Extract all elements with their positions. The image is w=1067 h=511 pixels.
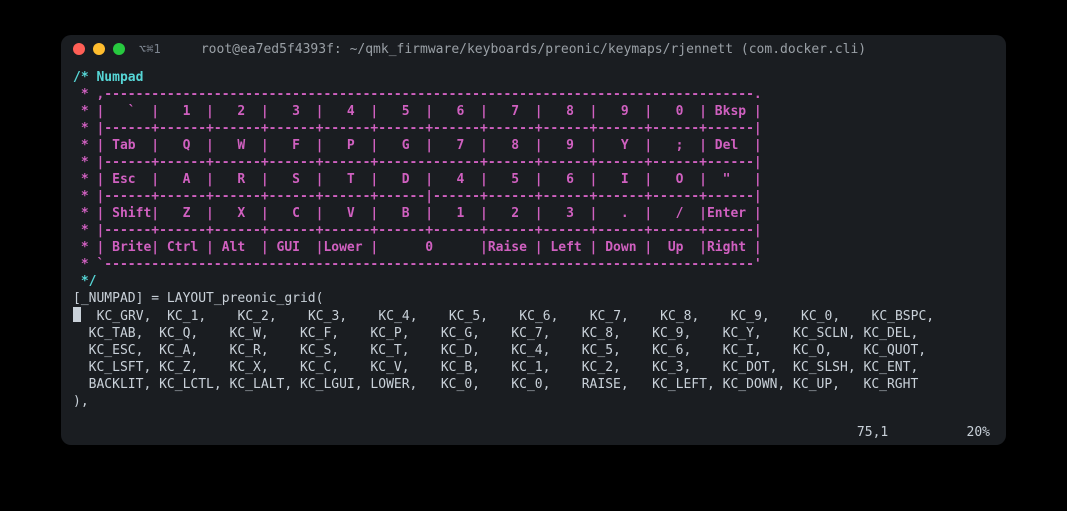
comment-sep-3: * |------+------+------+------+------+--… [73, 189, 762, 204]
comment-row-2: * | Tab | Q | W | F | P | G | 7 | 8 | 9 … [73, 138, 762, 153]
minimize-icon[interactable] [93, 43, 105, 55]
comment-border-top: * ,-------------------------------------… [73, 87, 762, 102]
code-row-0: KC_GRV, KC_1, KC_2, KC_3, KC_4, KC_5, KC… [81, 309, 934, 324]
code-row-1: KC_TAB, KC_Q, KC_W, KC_F, KC_P, KC_G, KC… [73, 326, 918, 341]
comment-header: /* Numpad [73, 70, 143, 85]
layout-close: ), [73, 394, 89, 409]
comment-sep-2: * |------+------+------+------+------+--… [73, 155, 762, 170]
comment-row-5: * | Brite| Ctrl | Alt | GUI |Lower | 0 |… [73, 240, 762, 255]
code-row-4: BACKLIT, KC_LCTL, KC_LALT, KC_LGUI, LOWE… [73, 377, 918, 392]
comment-border-bot: * `-------------------------------------… [73, 257, 762, 272]
scroll-percent: 20% [967, 425, 990, 440]
status-line: 75,1 20% [857, 424, 990, 441]
layout-decl: [_NUMPAD] = LAYOUT_preonic_grid( [73, 291, 323, 306]
comment-sep-1: * |------+------+------+------+------+--… [73, 121, 762, 136]
comment-row-3: * | Esc | A | R | S | T | D | 4 | 5 | 6 … [73, 172, 762, 187]
titlebar-title: root@ea7ed5f4393f: ~/qmk_firmware/keyboa… [61, 41, 1006, 58]
terminal-window: ⌥⌘1 root@ea7ed5f4393f: ~/qmk_firmware/ke… [61, 35, 1006, 445]
titlebar-shortcut: ⌥⌘1 [139, 41, 161, 58]
comment-sep-4: * |------+------+------+------+------+--… [73, 223, 762, 238]
cursor-position: 75,1 [857, 425, 888, 440]
code-row-2: KC_ESC, KC_A, KC_R, KC_S, KC_T, KC_D, KC… [73, 343, 926, 358]
zoom-icon[interactable] [113, 43, 125, 55]
comment-footer: */ [73, 274, 96, 289]
comment-row-1: * | ` | 1 | 2 | 3 | 4 | 5 | 6 | 7 | 8 | … [73, 104, 762, 119]
code-row-3: KC_LSFT, KC_Z, KC_X, KC_C, KC_V, KC_B, K… [73, 360, 918, 375]
window-controls [73, 43, 125, 55]
close-icon[interactable] [73, 43, 85, 55]
titlebar: ⌥⌘1 root@ea7ed5f4393f: ~/qmk_firmware/ke… [61, 35, 1006, 63]
cursor [73, 307, 81, 322]
terminal-content[interactable]: /* Numpad * ,---------------------------… [61, 63, 1006, 414]
comment-row-4: * | Shift| Z | X | C | V | B | 1 | 2 | 3… [73, 206, 762, 221]
